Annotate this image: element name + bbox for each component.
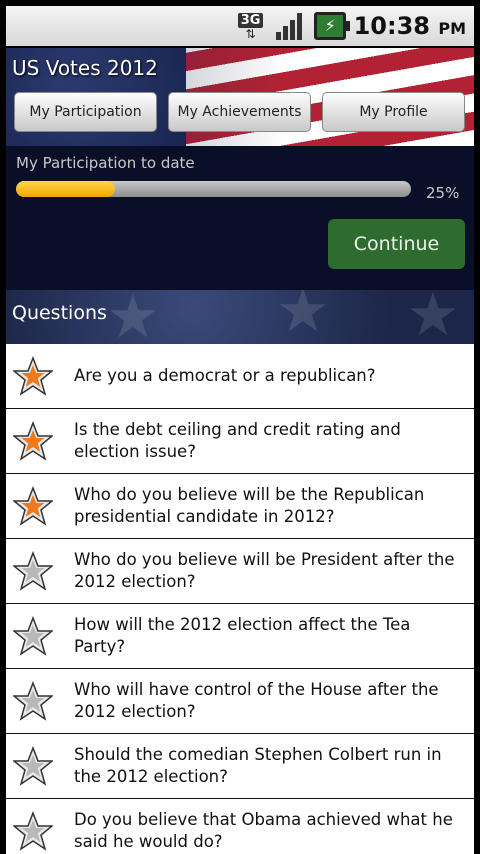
network-type-label: 3G: [237, 12, 264, 28]
question-text: Do you believe that Obama achieved what …: [74, 810, 453, 851]
question-row[interactable]: Who do you believe will be the Republica…: [6, 474, 474, 539]
question-row[interactable]: How will the 2012 election affect the Te…: [6, 604, 474, 669]
app-header: US Votes 2012 My Participation My Achiev…: [6, 48, 474, 146]
question-text: Is the debt ceiling and credit rating an…: [74, 420, 401, 461]
tab-my-participation[interactable]: My Participation: [14, 92, 157, 132]
question-text: Who do you believe will be President aft…: [74, 550, 455, 591]
status-bar: 3G ⇅ ⚡ 10:38 PM: [6, 6, 474, 46]
participation-progress-bar: [16, 181, 411, 197]
participation-panel: My Participation to date 25% Continue: [6, 146, 474, 290]
signal-icon: [274, 10, 306, 42]
tab-my-profile[interactable]: My Profile: [322, 92, 465, 132]
star-empty-icon: [12, 810, 54, 852]
question-text: Who do you believe will be the Republica…: [74, 485, 425, 526]
questions-header: ★ ★ ★ Questions: [6, 290, 474, 344]
tab-bar: My Participation My Achievements My Prof…: [14, 92, 465, 132]
question-row[interactable]: Who do you believe will be President aft…: [6, 539, 474, 604]
question-text: Should the comedian Stephen Colbert run …: [74, 745, 442, 786]
battery-charging-icon: ⚡: [313, 12, 350, 40]
continue-button[interactable]: Continue: [328, 219, 465, 269]
star-filled-icon: [12, 485, 54, 527]
network-3g-icon: 3G ⇅: [236, 10, 266, 42]
question-row[interactable]: Should the comedian Stephen Colbert run …: [6, 734, 474, 799]
participation-label: My Participation to date: [16, 154, 195, 172]
question-text: Who will have control of the House after…: [74, 680, 439, 721]
question-row[interactable]: Do you believe that Obama achieved what …: [6, 799, 474, 854]
question-text: Are you a democrat or a republican?: [74, 366, 376, 385]
star-empty-icon: [12, 745, 54, 787]
question-text: How will the 2012 election affect the Te…: [74, 615, 411, 656]
progress-fill: [16, 181, 115, 197]
clock-ampm: PM: [438, 19, 466, 38]
tab-my-achievements[interactable]: My Achievements: [168, 92, 311, 132]
star-empty-icon: [12, 615, 54, 657]
question-row[interactable]: Are you a democrat or a republican?: [6, 344, 474, 409]
participation-percent: 25%: [426, 184, 460, 202]
app-title: US Votes 2012: [12, 56, 158, 80]
questions-list: Are you a democrat or a republican? Is th…: [6, 344, 474, 854]
star-filled-icon: [12, 420, 54, 462]
clock-time: 10:38: [353, 12, 430, 40]
star-filled-icon: [12, 355, 54, 397]
question-row[interactable]: Is the debt ceiling and credit rating an…: [6, 409, 474, 474]
star-empty-icon: [12, 680, 54, 722]
questions-title: Questions: [12, 302, 107, 324]
status-clock: 10:38 PM: [354, 12, 466, 40]
question-row[interactable]: Who will have control of the House after…: [6, 669, 474, 734]
star-empty-icon: [12, 550, 54, 592]
